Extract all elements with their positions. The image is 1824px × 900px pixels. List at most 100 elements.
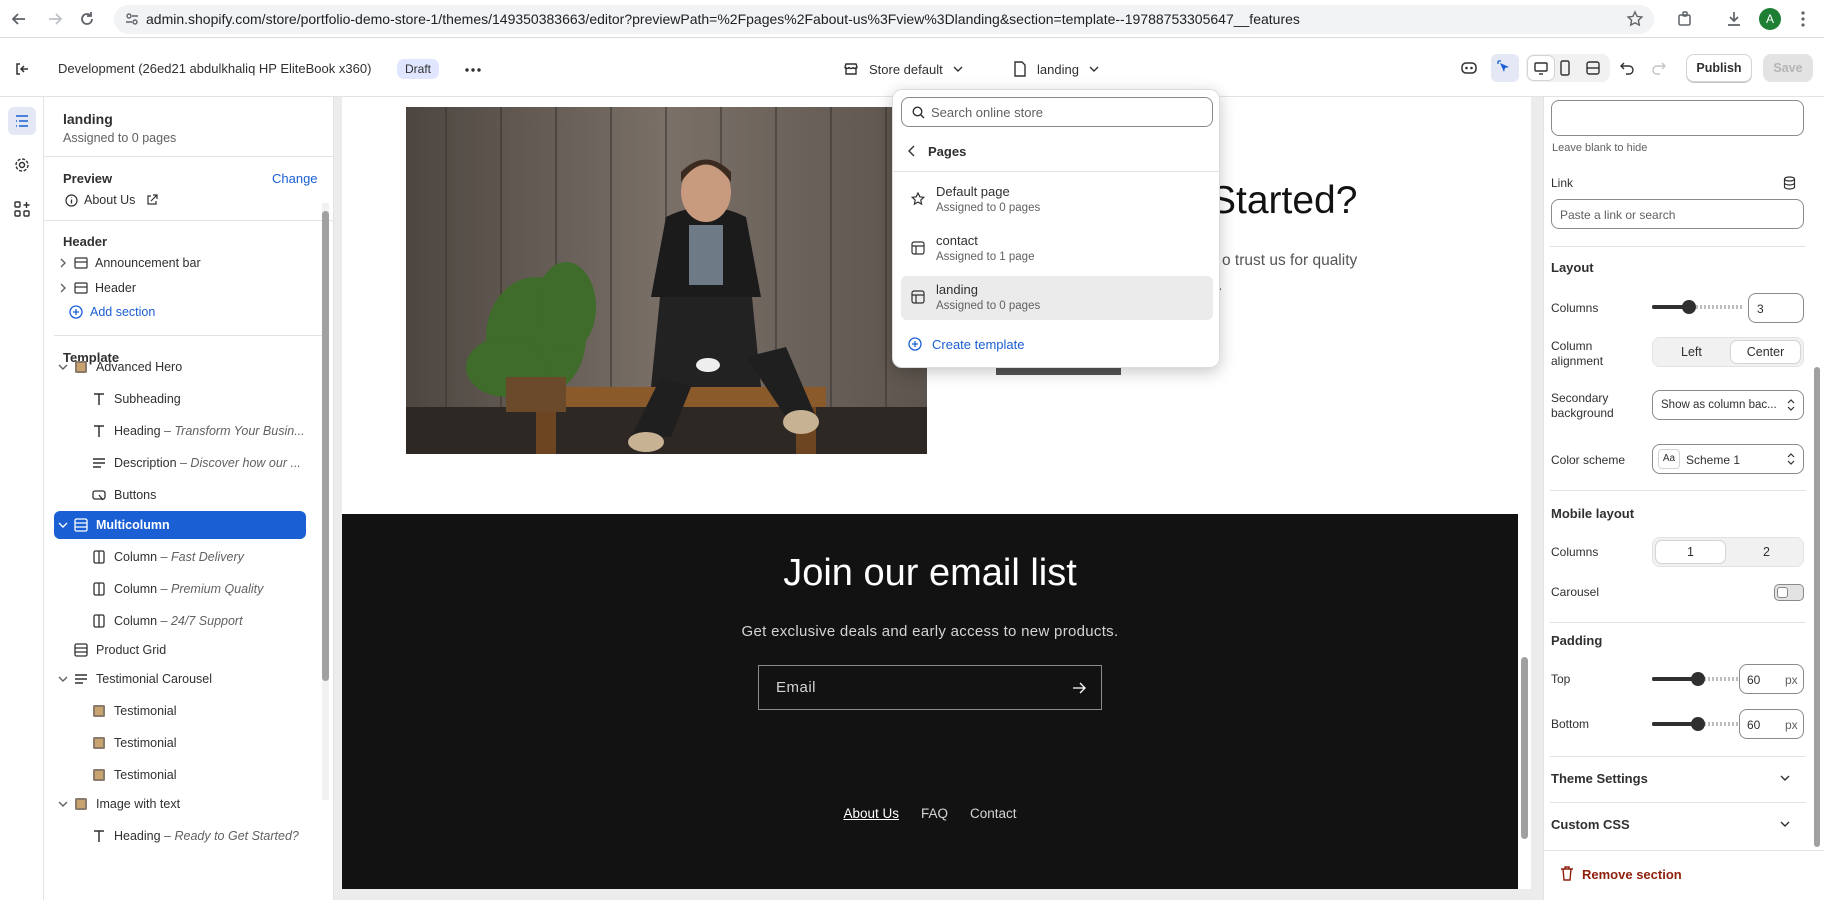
footer-link-faq[interactable]: FAQ bbox=[921, 806, 948, 821]
tree-item[interactable]: Testimonial bbox=[54, 761, 306, 789]
email-placeholder: Email bbox=[776, 679, 817, 696]
sidebar-scrollbar[interactable] bbox=[322, 203, 329, 800]
chevron-down-icon[interactable] bbox=[56, 518, 70, 532]
tree-item[interactable]: Advanced Hero bbox=[54, 353, 306, 381]
inspector-toggle[interactable] bbox=[1491, 54, 1519, 82]
template-option-landing[interactable]: landing Assigned to 0 pages bbox=[901, 276, 1213, 320]
alignment-left-option[interactable]: Left bbox=[1681, 345, 1702, 359]
tree-item[interactable]: Heading – Transform Your Busin... bbox=[54, 417, 306, 445]
secondary-background-select[interactable]: Show as column bac... bbox=[1652, 390, 1804, 420]
scrollbar-thumb[interactable] bbox=[1814, 367, 1820, 847]
carousel-toggle[interactable] bbox=[1774, 584, 1804, 601]
mobile-columns-1[interactable]: 1 bbox=[1655, 540, 1726, 564]
chevron-down-icon[interactable] bbox=[56, 797, 70, 811]
fullscreen-icon[interactable] bbox=[1585, 60, 1601, 76]
template-selector[interactable]: landing bbox=[1037, 62, 1079, 77]
sections-tab[interactable] bbox=[8, 107, 36, 135]
download-icon[interactable] bbox=[1725, 10, 1743, 28]
mobile-columns-2[interactable]: 2 bbox=[1763, 545, 1770, 559]
arrow-right-icon bbox=[1073, 682, 1086, 694]
template-option-contact[interactable]: contact Assigned to 1 page bbox=[901, 227, 1213, 271]
scrollbar-thumb[interactable] bbox=[1521, 657, 1528, 839]
tree-item[interactable]: Image with text bbox=[54, 790, 306, 818]
desktop-view-button[interactable] bbox=[1528, 56, 1554, 80]
tree-item-label: Subheading bbox=[114, 392, 181, 406]
mobile-columns-control: 1 2 bbox=[1652, 537, 1804, 567]
tree-item[interactable]: Buttons bbox=[54, 481, 306, 509]
sidekick-icon[interactable] bbox=[1460, 59, 1478, 77]
save-button[interactable]: Save bbox=[1763, 54, 1813, 82]
site-info-icon[interactable] bbox=[125, 12, 139, 26]
extensions-icon[interactable] bbox=[1676, 10, 1694, 28]
redo-icon[interactable] bbox=[1651, 60, 1667, 76]
tree-item[interactable]: Product Grid bbox=[54, 636, 306, 664]
padding-top-input[interactable]: 60 px bbox=[1739, 664, 1804, 694]
link-input[interactable]: Paste a link or search bbox=[1551, 199, 1804, 229]
template-search-input[interactable]: Search online store bbox=[901, 97, 1213, 127]
scrollbar-thumb[interactable] bbox=[322, 211, 329, 681]
theme-settings-toggle[interactable]: Theme Settings bbox=[1551, 771, 1648, 786]
forward-icon[interactable] bbox=[46, 10, 64, 28]
reload-icon[interactable] bbox=[78, 10, 96, 28]
back-icon[interactable] bbox=[10, 10, 28, 28]
tree-item[interactable]: Testimonial bbox=[54, 697, 306, 725]
custom-css-toggle[interactable]: Custom CSS bbox=[1551, 817, 1630, 832]
template-option-title: Default page bbox=[936, 184, 1010, 199]
newsletter-email-input[interactable]: Email bbox=[758, 665, 1102, 710]
tree-item-announcement-bar[interactable]: Announcement bar bbox=[54, 249, 306, 277]
trash-icon[interactable] bbox=[1560, 866, 1574, 881]
gear-icon[interactable] bbox=[14, 157, 30, 173]
tree-item[interactable]: Heading – Ready to Get Started? bbox=[54, 822, 306, 850]
tree-item[interactable]: Testimonial bbox=[54, 729, 306, 757]
color-scheme-select[interactable]: Aa Scheme 1 bbox=[1652, 444, 1804, 474]
layout-heading: Layout bbox=[1551, 260, 1594, 275]
add-section-button[interactable]: Add section bbox=[54, 298, 306, 326]
padding-bottom-fill bbox=[1652, 722, 1696, 726]
tree-item[interactable]: Description – Discover how our ... bbox=[54, 449, 306, 477]
bookmark-star-icon[interactable] bbox=[1626, 10, 1644, 28]
undo-icon[interactable] bbox=[1619, 60, 1635, 76]
template-option-default[interactable]: Default page Assigned to 0 pages bbox=[901, 178, 1213, 222]
tree-item[interactable]: Multicolumn bbox=[54, 511, 306, 539]
divider bbox=[1550, 756, 1806, 757]
chevron-down-icon[interactable] bbox=[56, 672, 70, 686]
more-actions-icon[interactable] bbox=[464, 67, 482, 73]
template-assigned: Assigned to 0 pages bbox=[63, 131, 177, 145]
plus-circle-icon bbox=[908, 337, 922, 351]
alignment-center-option[interactable]: Center bbox=[1730, 340, 1801, 364]
settings-scrollbar[interactable] bbox=[1812, 97, 1822, 849]
profile-avatar[interactable]: A bbox=[1759, 8, 1781, 30]
tree-item[interactable]: Column – 24/7 Support bbox=[54, 607, 306, 635]
padding-bottom-thumb[interactable] bbox=[1691, 717, 1705, 731]
exit-icon[interactable] bbox=[14, 61, 30, 77]
color-scheme-swatch: Aa bbox=[1658, 449, 1680, 469]
mobile-view-icon[interactable] bbox=[1558, 60, 1572, 76]
back-to-pages[interactable]: Pages bbox=[901, 136, 1213, 166]
footer-link-about[interactable]: About Us bbox=[843, 806, 899, 821]
store-selector[interactable]: Store default bbox=[869, 62, 943, 77]
tree-item[interactable]: Column – Premium Quality bbox=[54, 575, 306, 603]
button-label-input[interactable] bbox=[1551, 100, 1804, 136]
publish-button[interactable]: Publish bbox=[1686, 54, 1752, 82]
create-template-button[interactable]: Create template bbox=[901, 330, 1213, 358]
columns-slider-thumb[interactable] bbox=[1682, 300, 1696, 314]
apps-icon[interactable] bbox=[14, 201, 30, 217]
tree-item-label: Multicolumn bbox=[96, 518, 170, 532]
tree-item[interactable]: Column – Fast Delivery bbox=[54, 543, 306, 571]
external-link-icon[interactable] bbox=[146, 194, 158, 206]
chrome-menu-icon[interactable] bbox=[1800, 10, 1806, 28]
preview-page-link[interactable]: About Us bbox=[84, 193, 135, 207]
database-icon[interactable] bbox=[1783, 176, 1796, 190]
padding-top-thumb[interactable] bbox=[1691, 672, 1705, 686]
footer-link-contact[interactable]: Contact bbox=[970, 806, 1017, 821]
columns-number-input[interactable]: 3 bbox=[1748, 293, 1804, 323]
tree-item[interactable]: Testimonial Carousel bbox=[54, 665, 306, 693]
remove-section-button[interactable]: Remove section bbox=[1582, 867, 1682, 882]
chevron-down-icon[interactable] bbox=[56, 360, 70, 374]
tree-item-label: Testimonial bbox=[114, 736, 177, 750]
preview-scrollbar[interactable] bbox=[1518, 97, 1531, 889]
change-preview-link[interactable]: Change bbox=[272, 171, 318, 186]
tree-item-label: Advanced Hero bbox=[96, 360, 183, 374]
padding-bottom-input[interactable]: 60 px bbox=[1739, 709, 1804, 739]
tree-item[interactable]: Subheading bbox=[54, 385, 306, 413]
